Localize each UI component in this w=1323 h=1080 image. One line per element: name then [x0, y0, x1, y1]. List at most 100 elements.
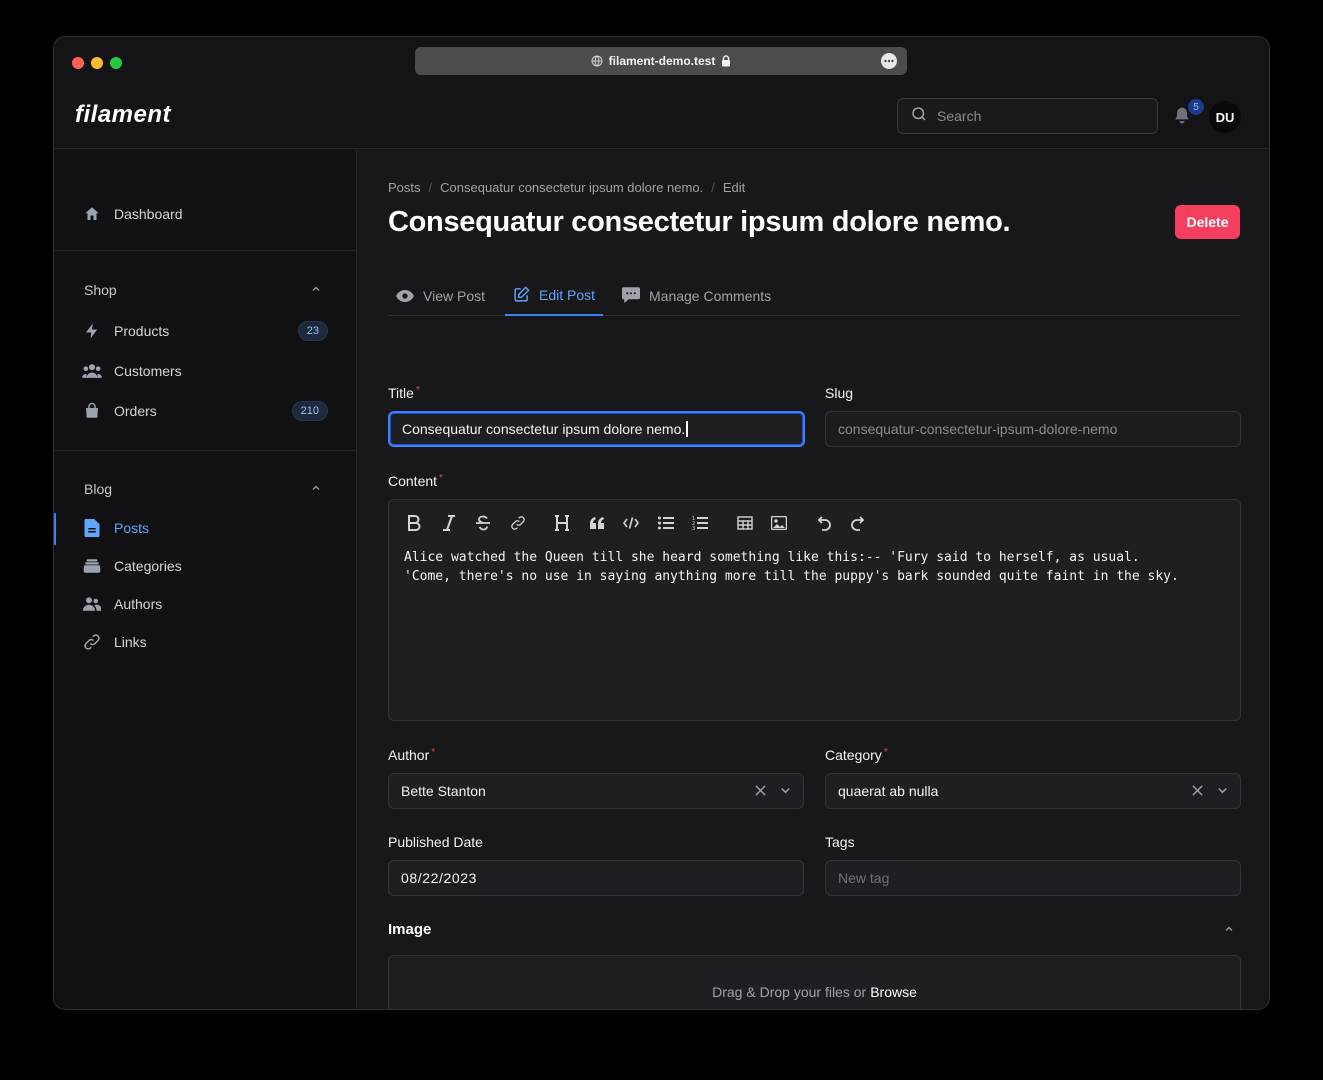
link-icon[interactable] [507, 512, 529, 534]
required-asterisk: * [415, 385, 420, 396]
tab-bar: View Post Edit Post Manage Comments [388, 275, 1240, 316]
breadcrumb-separator: / [428, 180, 433, 195]
stack-icon [82, 556, 102, 576]
sidebar-item-label: Products [114, 323, 170, 339]
quote-icon[interactable] [586, 512, 608, 534]
tab-label: View Post [423, 287, 485, 304]
title-label: Title * [388, 385, 420, 401]
global-search[interactable] [897, 98, 1158, 134]
tags-input[interactable]: New tag [825, 860, 1241, 896]
sidebar-item-label: Orders [114, 403, 157, 419]
sidebar-item-dashboard[interactable]: Dashboard [82, 202, 328, 226]
slug-label: Slug [825, 385, 854, 401]
document-icon [82, 518, 102, 538]
required-asterisk: * [883, 747, 888, 758]
chevron-up-icon[interactable] [310, 282, 322, 300]
url-text: filament-demo.test [608, 54, 716, 68]
table-icon[interactable] [734, 512, 756, 534]
browser-window: filament-demo.test filament 5 DU [53, 36, 1270, 1010]
slug-input[interactable]: consequatur-consectetur-ipsum-dolore-nem… [825, 411, 1241, 447]
content-line: Alice watched the Queen till she heard s… [404, 550, 1140, 565]
file-dropzone[interactable]: Drag & Drop your files or Browse [388, 955, 1241, 1009]
tab-manage-comments[interactable]: Manage Comments [622, 275, 771, 316]
more-options-icon[interactable] [881, 53, 897, 69]
sidebar-item-label: Categories [114, 558, 182, 574]
content-label: Content * [388, 473, 443, 489]
main-content: Posts / Consequatur consectetur ipsum do… [358, 150, 1269, 1009]
sidebar-item-label: Posts [114, 520, 150, 536]
heading-icon[interactable] [551, 512, 573, 534]
bold-icon[interactable] [403, 512, 425, 534]
required-asterisk: * [431, 747, 436, 758]
sidebar-divider [54, 250, 357, 251]
sidebar-item-authors[interactable]: Authors [82, 592, 328, 616]
sidebar-item-label: Links [114, 634, 147, 650]
delete-button[interactable]: Delete [1175, 205, 1240, 239]
pencil-square-icon [513, 286, 530, 303]
ordered-list-icon[interactable]: 123 [689, 512, 711, 534]
published-date-input[interactable]: 08/22/2023 [388, 860, 804, 896]
title-input[interactable]: Consequatur consectetur ipsum dolore nem… [388, 411, 805, 447]
tags-placeholder: New tag [838, 870, 890, 886]
code-icon[interactable] [620, 512, 642, 534]
lock-icon [721, 55, 731, 67]
category-select[interactable]: quaerat ab nulla [825, 773, 1241, 809]
dropzone-text: Drag & Drop your files or [712, 984, 867, 1000]
filament-logo[interactable]: filament [75, 101, 171, 129]
clear-icon[interactable] [755, 783, 766, 799]
sidebar-item-orders[interactable]: Orders 210 [82, 399, 328, 423]
breadcrumb-post[interactable]: Consequatur consectetur ipsum dolore nem… [440, 180, 703, 195]
chat-bubble-icon [622, 287, 640, 304]
tab-view-post[interactable]: View Post [396, 275, 485, 316]
home-icon [82, 204, 102, 224]
author-select[interactable]: Bette Stanton [388, 773, 804, 809]
sidebar-item-links[interactable]: Links [82, 630, 328, 654]
sidebar-item-products[interactable]: Products 23 [82, 319, 328, 343]
sidebar-item-posts[interactable]: Posts [82, 516, 328, 540]
required-asterisk: * [439, 473, 443, 484]
close-window-button[interactable] [72, 57, 84, 69]
title-value: Consequatur consectetur ipsum dolore nem… [402, 421, 686, 437]
sidebar-group-shop[interactable]: Shop [84, 282, 117, 298]
tab-label: Edit Post [539, 286, 596, 303]
bullet-list-icon[interactable] [655, 512, 677, 534]
sidebar: Dashboard Shop Products 23 Customers Ord… [54, 150, 357, 1009]
eye-icon [396, 289, 414, 303]
maximize-window-button[interactable] [110, 57, 122, 69]
chevron-down-icon[interactable] [780, 783, 791, 799]
browse-link[interactable]: Browse [870, 984, 917, 1000]
undo-icon[interactable] [813, 512, 835, 534]
chevron-up-icon[interactable] [310, 481, 322, 499]
address-bar[interactable]: filament-demo.test [415, 47, 907, 75]
italic-icon[interactable] [438, 512, 460, 534]
user-avatar[interactable]: DU [1209, 101, 1241, 133]
page-title: Consequatur consectetur ipsum dolore nem… [388, 206, 1011, 238]
breadcrumb-edit: Edit [722, 180, 746, 195]
author-label: Author * [388, 747, 436, 763]
search-input[interactable] [937, 108, 1137, 124]
image-section-title: Image [388, 921, 432, 938]
app-header: filament 5 DU [54, 87, 1269, 149]
breadcrumb-posts[interactable]: Posts [388, 180, 421, 195]
rich-editor[interactable]: 123 Alice watched the Queen till she hea… [388, 499, 1241, 721]
strikethrough-icon[interactable] [472, 512, 494, 534]
sidebar-group-blog[interactable]: Blog [84, 481, 112, 497]
tab-edit-post[interactable]: Edit Post [505, 275, 604, 316]
sidebar-item-customers[interactable]: Customers [82, 359, 328, 383]
sidebar-item-categories[interactable]: Categories [82, 554, 328, 578]
user-group-icon [82, 594, 102, 614]
author-value: Bette Stanton [401, 783, 486, 799]
search-icon [910, 105, 928, 128]
minimize-window-button[interactable] [91, 57, 103, 69]
editor-content[interactable]: Alice watched the Queen till she heard s… [404, 548, 1229, 586]
redo-icon[interactable] [847, 512, 869, 534]
orders-count-badge: 210 [291, 401, 328, 421]
sidebar-item-label: Authors [114, 596, 163, 612]
clear-icon[interactable] [1192, 783, 1203, 799]
breadcrumb: Posts / Consequatur consectetur ipsum do… [388, 180, 745, 195]
image-icon[interactable] [768, 512, 790, 534]
chevron-up-icon[interactable] [1223, 922, 1235, 940]
users-icon [82, 361, 102, 381]
chevron-down-icon[interactable] [1217, 783, 1228, 799]
slug-value: consequatur-consectetur-ipsum-dolore-nem… [838, 421, 1118, 437]
